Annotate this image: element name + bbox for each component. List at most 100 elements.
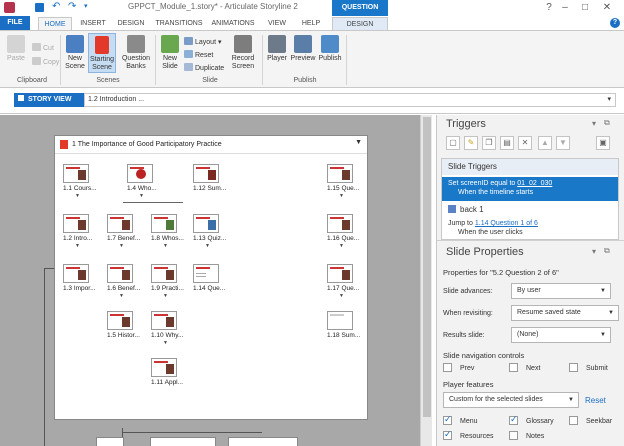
new-slide-button[interactable]: New Slide — [158, 35, 182, 71]
menu-checkbox[interactable]: Menu — [443, 414, 478, 425]
copy-trigger-icon[interactable]: ❐ — [482, 136, 496, 150]
slide-arrow-icon: ▼ — [163, 340, 168, 346]
quick-access-chevron-icon[interactable]: ▾ — [84, 2, 88, 10]
pin-icon[interactable]: ▾ — [592, 247, 596, 256]
new-trigger-icon[interactable]: ▢ — [446, 136, 460, 150]
save-icon[interactable] — [35, 3, 44, 12]
prev-checkbox[interactable]: Prev — [443, 363, 474, 372]
tab-insert[interactable]: INSERT — [76, 17, 110, 30]
chevron-down-icon[interactable]: ▼ — [355, 139, 362, 146]
reset-button[interactable]: Reset — [184, 50, 213, 60]
slide-thumbnail[interactable]: 1.9 Practi... ▼ — [151, 264, 191, 299]
undo-icon[interactable]: ↶ — [52, 1, 60, 12]
slide-thumbnail[interactable]: 1.8 Whos... ▼ — [151, 214, 191, 249]
tab-home[interactable]: HOME — [38, 17, 72, 30]
publish-button[interactable]: Publish — [317, 35, 343, 63]
restore-icon[interactable]: ⧉ — [604, 118, 610, 128]
scene-box[interactable] — [96, 437, 124, 446]
properties-for-label: Properties for "5.2 Question 2 of 6" — [443, 268, 559, 277]
slide-thumbnail[interactable]: 1.12 Sum... — [193, 164, 233, 192]
submit-checkbox[interactable]: Submit — [569, 363, 608, 372]
slide-thumbnail[interactable]: 1.6 Benef... ▼ — [107, 264, 147, 299]
slide-thumbnail[interactable]: 1.11 Appl... — [151, 358, 191, 386]
copy-button[interactable]: Copy — [32, 57, 59, 67]
tab-help[interactable]: HELP — [296, 17, 326, 30]
slide-thumbnail[interactable]: 1.13 Quiz... ▼ — [193, 214, 233, 249]
delete-trigger-icon[interactable]: ✕ — [518, 136, 532, 150]
slide-thumbnail[interactable]: 1.17 Que... ▼ — [327, 264, 367, 299]
checkbox-icon — [443, 363, 452, 372]
maximize-button[interactable]: □ — [576, 0, 594, 16]
close-button[interactable]: ✕ — [598, 0, 616, 16]
slide-thumbnail[interactable]: 1.4 Who... ▼ — [127, 164, 167, 199]
record-screen-button[interactable]: Record Screen — [228, 35, 258, 71]
trigger-target-link[interactable]: 1.14 Question 1 of 6 — [475, 220, 538, 227]
move-down-icon[interactable]: ▼ — [556, 136, 570, 150]
scene-box[interactable] — [228, 437, 298, 446]
scene-title-bar[interactable]: 1 The Importance of Good Participatory P… — [55, 136, 367, 154]
breadcrumb[interactable]: 1.2 Introduction ... ▾ — [84, 93, 616, 107]
glossary-checkbox[interactable]: Glossary — [509, 414, 554, 425]
slide-advances-dropdown[interactable]: By user ▼ — [511, 283, 611, 299]
chevron-down-icon[interactable]: ▾ — [607, 94, 611, 106]
pin-icon[interactable]: ▾ — [592, 119, 596, 128]
slide-thumbnail[interactable]: 1.7 Benef... ▼ — [107, 214, 147, 249]
minimize-button[interactable]: – — [556, 0, 574, 16]
trigger-item[interactable]: Jump to 1.14 Question 1 of 6 When the us… — [448, 219, 538, 237]
player-button[interactable]: Player — [265, 35, 289, 63]
slide-label: 1.17 Que... — [327, 285, 360, 292]
submit-label: Submit — [586, 365, 608, 372]
tab-file[interactable]: FILE — [0, 16, 30, 30]
slide-thumbnail[interactable]: 1.3 Impor... — [63, 264, 103, 292]
duplicate-button[interactable]: Duplicate — [184, 63, 224, 73]
restore-icon[interactable]: ⧉ — [604, 246, 610, 256]
ribbon-help-icon[interactable]: ? — [610, 18, 620, 28]
layout-button[interactable]: Layout ▾ — [184, 37, 222, 47]
scene-box[interactable] — [150, 437, 216, 446]
notes-checkbox[interactable]: Notes — [509, 431, 544, 440]
slide-thumbnail[interactable]: 1.1 Cours... ▼ — [63, 164, 103, 199]
preview-button[interactable]: Preview — [290, 35, 316, 63]
paste-trigger-icon[interactable]: ▤ — [500, 136, 514, 150]
paste-button[interactable]: Paste — [4, 35, 28, 63]
edit-trigger-icon[interactable]: ✎ — [464, 136, 478, 150]
slide-thumbnail[interactable]: 1.18 Sum... — [327, 311, 367, 339]
slide-thumbnail[interactable]: 1.15 Que... ▼ — [327, 164, 367, 199]
starting-scene-button[interactable]: Starting Scene — [88, 33, 116, 73]
results-slide-dropdown[interactable]: (None) ▼ — [511, 327, 611, 343]
scrollbar-thumb[interactable] — [423, 117, 431, 417]
new-scene-button[interactable]: New Scene — [63, 35, 87, 71]
slide-thumbnail[interactable]: 1.10 Why... ▼ — [151, 311, 191, 346]
checkbox-icon — [509, 414, 518, 425]
player-icon — [268, 35, 286, 53]
slide-thumbnail[interactable]: 1.14 Que... — [193, 264, 233, 292]
cut-button[interactable]: Cut — [32, 43, 54, 53]
story-view-label: STORY VIEW — [28, 96, 72, 103]
redo-icon[interactable]: ↷ — [68, 1, 76, 12]
slide-preview-title — [110, 267, 124, 269]
reset-link[interactable]: Reset — [585, 396, 606, 405]
question-banks-button[interactable]: Question Banks — [120, 35, 152, 71]
move-up-icon[interactable]: ▲ — [538, 136, 552, 150]
trigger-value-link[interactable]: 01_02_030 — [517, 180, 552, 187]
slide-preview-title — [154, 361, 168, 363]
trigger-object-item[interactable]: back 1 — [448, 205, 484, 214]
trigger-variables-icon[interactable]: ▣ — [596, 136, 610, 150]
resources-checkbox[interactable]: Resources — [443, 429, 493, 440]
player-features-dropdown[interactable]: Custom for the selected slides ▼ — [443, 392, 579, 408]
scene-panel[interactable]: 1 The Importance of Good Participatory P… — [54, 135, 368, 420]
slide-thumbnail[interactable]: 1.5 Histor... — [107, 311, 147, 339]
tab-question-design[interactable]: DESIGN — [332, 17, 388, 30]
trigger-item-selected[interactable]: Set screenID equal to 01_02_030 When the… — [442, 177, 618, 201]
when-revisiting-dropdown[interactable]: Resume saved state ▼ — [511, 305, 619, 321]
story-view-tab[interactable]: STORY VIEW — [14, 93, 84, 107]
tab-design[interactable]: DESIGN — [113, 17, 149, 30]
next-checkbox[interactable]: Next — [509, 363, 540, 372]
tab-transitions[interactable]: TRANSITIONS — [153, 17, 205, 30]
slide-thumbnail[interactable]: 1.2 Intro... ▼ — [63, 214, 103, 249]
seekbar-checkbox[interactable]: Seekbar — [569, 416, 612, 425]
canvas-scrollbar[interactable] — [420, 115, 432, 446]
tab-view[interactable]: VIEW — [262, 17, 292, 30]
tab-animations[interactable]: ANIMATIONS — [208, 17, 258, 30]
slide-thumbnail[interactable]: 1.16 Que... ▼ — [327, 214, 367, 249]
